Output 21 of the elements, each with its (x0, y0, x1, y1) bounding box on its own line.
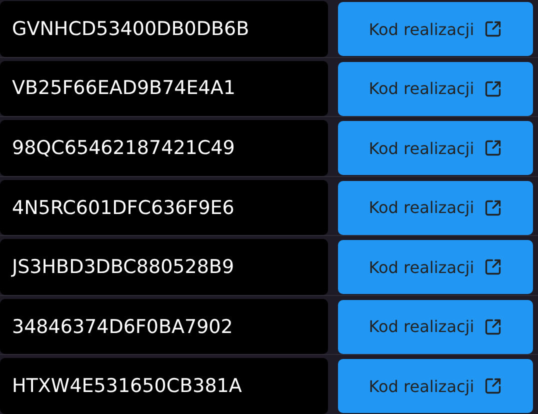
external-link-icon (484, 377, 502, 396)
external-link-icon (484, 80, 502, 98)
redeem-code-button[interactable]: Kod realizacji (338, 300, 533, 354)
code-text: JS3HBD3DBC880528B9 (0, 239, 328, 295)
external-link-icon (484, 139, 502, 158)
redeem-code-button[interactable]: Kod realizacji (338, 2, 533, 56)
redeem-code-button[interactable]: Kod realizacji (338, 180, 533, 235)
redeem-code-button[interactable]: Kod realizacji (338, 121, 533, 176)
external-link-icon (484, 20, 502, 38)
external-link-icon (484, 318, 502, 336)
code-text: VB25F66EAD9B74E4A1 (0, 60, 328, 116)
redeem-code-button[interactable]: Kod realizacji (338, 240, 533, 294)
code-text: 34846374D6F0BA7902 (0, 298, 328, 354)
redeem-code-button[interactable]: Kod realizacji (338, 359, 533, 414)
external-link-icon (484, 198, 502, 217)
code-text: 4N5RC601DFC636F9E6 (0, 180, 328, 236)
redeem-code-button[interactable]: Kod realizacji (338, 62, 533, 116)
code-text: GVNHCD53400DB0DB6B (0, 1, 328, 57)
code-text: HTXW4E531650CB381A (0, 358, 328, 414)
external-link-icon (484, 258, 502, 276)
code-text: 98QC65462187421C49 (0, 120, 328, 176)
